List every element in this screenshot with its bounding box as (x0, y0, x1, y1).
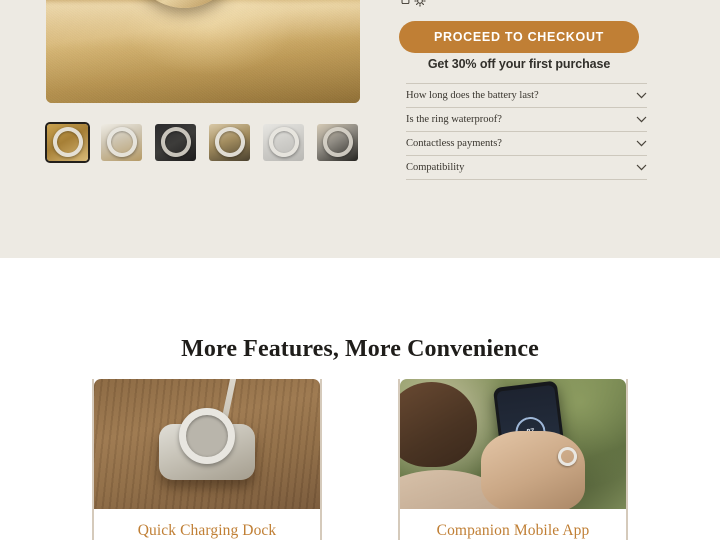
thumbnail-2[interactable] (99, 122, 144, 163)
ring-icon (49, 124, 86, 160)
feature-card-title: Companion Mobile App (436, 522, 590, 539)
faq-question-label: Is the ring waterproof? (406, 114, 502, 125)
faq-question-label: How long does the battery last? (406, 90, 539, 101)
features-heading: More Features, More Convenience (181, 335, 539, 362)
ring-icon (319, 124, 356, 160)
chevron-down-icon[interactable] (636, 140, 647, 147)
thumbnail-1-image (47, 124, 88, 161)
thumbnail-3-image (155, 124, 196, 161)
faq-accordion: How long does the battery last? Is the r… (406, 83, 647, 180)
faq-question-label: Compatibility (406, 162, 465, 173)
thumbnail-4-image (209, 124, 250, 161)
feature-card-list: Quick Charging Dock 87 Companion (92, 379, 628, 540)
chevron-down-icon[interactable] (636, 164, 647, 171)
ring-icon (179, 408, 235, 465)
feature-card-mobile-app[interactable]: 87 Companion Mobile App (398, 379, 628, 540)
chevron-down-icon[interactable] (636, 116, 647, 123)
faq-question-label: Contactless payments? (406, 138, 502, 149)
product-main-image[interactable] (46, 0, 360, 103)
thumbnail-strip (45, 122, 360, 163)
product-page: PROCEED TO CHECKOUT Get 30% off your fir… (0, 0, 720, 540)
badge-icon (401, 0, 412, 12)
promo-text: Get 30% off your first purchase (427, 57, 611, 71)
thumbnail-2-image (101, 124, 142, 161)
thumbnail-5[interactable] (261, 122, 306, 163)
faq-item-waterproof[interactable]: Is the ring waterproof? (406, 107, 647, 131)
thumbnail-6-image (317, 124, 358, 161)
faq-item-contactless-payments[interactable]: Contactless payments? (406, 131, 647, 155)
thumbnail-4[interactable] (207, 122, 252, 163)
charging-dock-image (94, 379, 320, 509)
feature-card-title: Quick Charging Dock (137, 522, 277, 539)
proceed-to-checkout-button[interactable]: PROCEED TO CHECKOUT (399, 21, 639, 53)
thumbnail-5-image (263, 124, 304, 161)
faq-item-compatibility[interactable]: Compatibility (406, 155, 647, 179)
faq-item-battery[interactable]: How long does the battery last? (406, 83, 647, 107)
thumbnail-1[interactable] (45, 122, 90, 163)
features-section: More Features, More Convenience Quick Ch… (0, 258, 720, 540)
feature-card-charging-dock[interactable]: Quick Charging Dock (92, 379, 322, 540)
ring-icon (265, 124, 302, 160)
gear-icon (414, 0, 426, 12)
main-image-texture (46, 0, 360, 103)
hand (481, 431, 586, 509)
mobile-app-image: 87 (400, 379, 626, 509)
ring-icon (157, 124, 194, 160)
ring-icon (103, 124, 140, 160)
faq-bottom-divider (406, 179, 647, 180)
thumbnail-6[interactable] (315, 122, 360, 163)
ring-icon (211, 124, 248, 160)
trust-badges (401, 0, 426, 12)
chevron-down-icon[interactable] (636, 92, 647, 99)
thumbnail-3[interactable] (153, 122, 198, 163)
product-detail-section: PROCEED TO CHECKOUT Get 30% off your fir… (0, 0, 720, 258)
